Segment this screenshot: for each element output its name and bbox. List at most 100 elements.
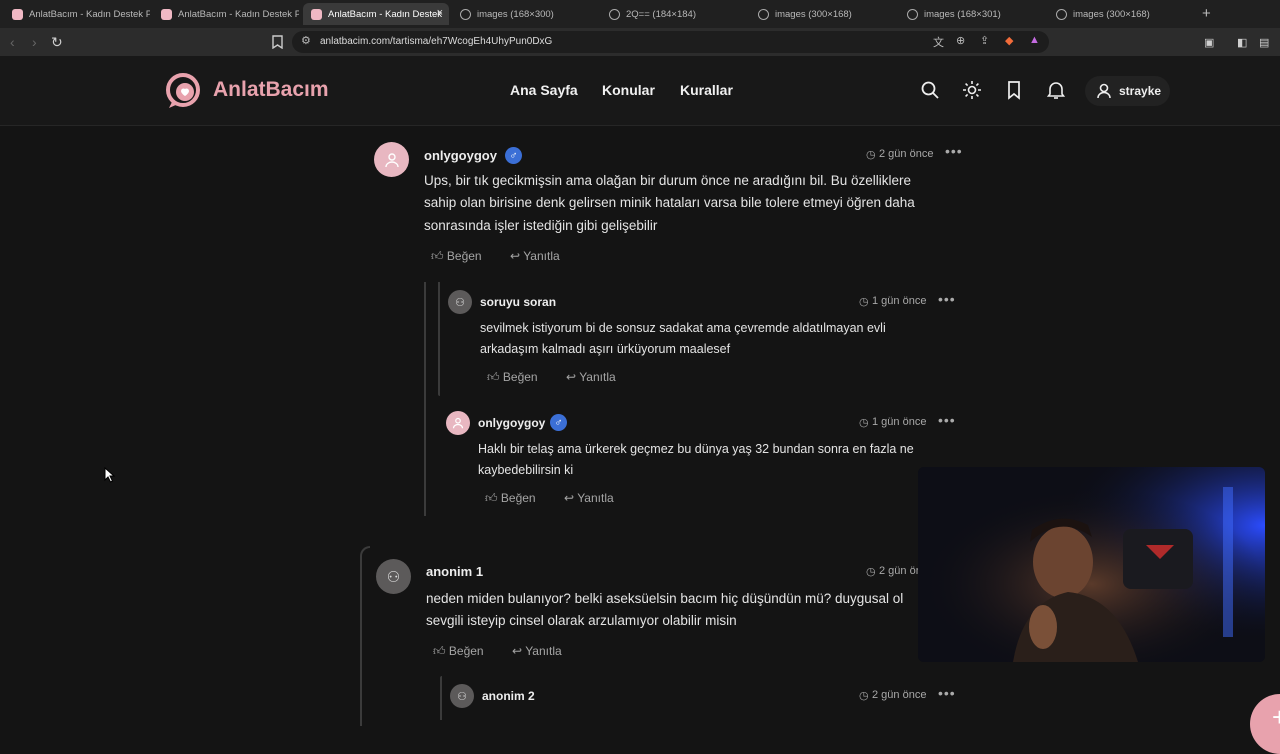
- clock-icon: ◷: [859, 690, 869, 702]
- comment-author[interactable]: soruyu soran: [480, 295, 556, 309]
- nav-topics[interactable]: Konular: [602, 82, 655, 98]
- theme-sun-icon[interactable]: [962, 80, 982, 100]
- user-icon: [1097, 83, 1111, 99]
- reply-button[interactable]: ↩ Yanıtla: [512, 644, 562, 658]
- forward-icon[interactable]: ›: [32, 33, 37, 51]
- reload-icon[interactable]: ↻: [51, 33, 63, 51]
- comment-author[interactable]: anonim 2: [482, 689, 535, 703]
- user-icon: [384, 152, 399, 167]
- search-icon[interactable]: [920, 80, 940, 100]
- comment-text-line: Ups, bir tık gecikmişsin ama olağan bir …: [424, 173, 911, 188]
- split-view-icon[interactable]: ◧: [1237, 34, 1247, 52]
- comment-author[interactable]: anonim 1: [426, 564, 483, 579]
- site-favicon-icon: [12, 8, 23, 20]
- more-options-icon[interactable]: •••: [938, 291, 956, 307]
- avatar[interactable]: [446, 411, 470, 435]
- more-options-icon[interactable]: •••: [945, 143, 963, 159]
- thread-line: [440, 676, 442, 720]
- comment-time: 2 gün önce: [879, 148, 934, 160]
- site-header: AnlatBacım Ana Sayfa Konular Kurallar st…: [0, 56, 1280, 126]
- browser-tab[interactable]: images (300×168): [1048, 3, 1194, 25]
- avatar[interactable]: [374, 142, 409, 177]
- male-gender-icon: ♂: [550, 414, 567, 431]
- anonymous-avatar[interactable]: ⚇: [450, 684, 474, 708]
- globe-icon: [460, 8, 471, 20]
- anonymous-avatar[interactable]: ⚇: [448, 290, 472, 314]
- browser-tab[interactable]: images (168×300): [452, 3, 598, 25]
- new-post-button[interactable]: +: [1250, 694, 1280, 754]
- like-button[interactable]: 👍︎ Beğen: [487, 370, 538, 385]
- comment-author[interactable]: onlygoygoy: [424, 148, 497, 163]
- url-text: anlatbacim.com/tartisma/eh7WcogEh4UhyPun…: [320, 36, 553, 47]
- browser-tab[interactable]: images (168×301): [899, 3, 1045, 25]
- webcam-overlay: [918, 467, 1265, 662]
- browser-tab-active[interactable]: AnlatBacım - Kadın Destek ×: [303, 3, 449, 25]
- thumbs-up-icon: 👍︎: [485, 491, 498, 505]
- bookmark-page-icon[interactable]: [272, 35, 283, 49]
- tab-label: AnlatBacım - Kadın Destek Pla: [29, 8, 150, 20]
- comment-text-line: arkadaşım kalmadı aşırı ürküyorum maales…: [480, 342, 731, 356]
- logo-icon[interactable]: [164, 72, 202, 110]
- translate-icon[interactable]: 文: [933, 34, 944, 50]
- browser-tab[interactable]: images (300×168): [750, 3, 896, 25]
- more-options-icon[interactable]: •••: [938, 685, 956, 701]
- reply-label: Yanıtla: [579, 370, 616, 384]
- browser-tab[interactable]: 2Q== (184×184): [601, 3, 747, 25]
- bookmarks-icon[interactable]: [1004, 80, 1024, 100]
- wallet-icon[interactable]: ▤: [1259, 34, 1269, 52]
- comment-text-line: sonrasında işler istediğin gibi gelişebi…: [424, 218, 658, 233]
- more-options-icon[interactable]: •••: [938, 412, 956, 428]
- reply-arrow-icon: ↩: [566, 370, 577, 384]
- browser-tab[interactable]: AnlatBacım - Kadın Destek Pla: [153, 3, 299, 25]
- anonymous-user-icon: ⚇: [386, 568, 401, 586]
- comment-text-line: sevilmek istiyorum bi de sonsuz sadakat …: [480, 321, 886, 335]
- share-icon[interactable]: ⇪: [980, 34, 989, 47]
- anonymous-user-icon: ⚇: [455, 296, 465, 309]
- tab-label: images (168×301): [924, 8, 1001, 20]
- browser-tab-bar: AnlatBacım - Kadın Destek Pla AnlatBacım…: [0, 0, 1280, 28]
- like-button[interactable]: 👍︎ Beğen: [485, 491, 536, 506]
- tab-label: images (300×168): [1073, 8, 1150, 20]
- like-label: Beğen: [448, 644, 484, 658]
- nav-home[interactable]: Ana Sayfa: [510, 82, 578, 98]
- like-label: Beğen: [446, 249, 482, 263]
- notifications-bell-icon[interactable]: [1046, 80, 1066, 100]
- reply-button[interactable]: ↩ Yanıtla: [564, 491, 614, 505]
- clock-icon: ◷: [859, 296, 869, 308]
- anonymous-avatar[interactable]: ⚇: [376, 559, 411, 594]
- like-button[interactable]: 👍︎ Beğen: [431, 249, 482, 264]
- user-menu-button[interactable]: strayke: [1085, 76, 1170, 106]
- tab-label: 2Q== (184×184): [626, 8, 696, 20]
- clock-icon: ◷: [866, 149, 876, 161]
- comment-author[interactable]: onlygoygoy: [478, 416, 545, 430]
- username: strayke: [1119, 84, 1162, 98]
- reply-button[interactable]: ↩ Yanıtla: [510, 249, 560, 263]
- like-button[interactable]: 👍︎ Beğen: [433, 644, 484, 659]
- comment-text-line: Haklı bir telaş ama ürkerek geçmez bu dü…: [478, 442, 914, 456]
- comment-text-line: sevgili isteyip cinsel olarak arzulamıyo…: [426, 613, 737, 628]
- like-label: Beğen: [502, 370, 538, 384]
- thread-line: [360, 546, 370, 726]
- zoom-icon[interactable]: ⊕: [956, 34, 965, 47]
- reply-arrow-icon: ↩: [564, 491, 575, 505]
- nav-rules[interactable]: Kurallar: [680, 82, 733, 98]
- user-icon: [452, 417, 464, 429]
- reply-label: Yanıtla: [523, 249, 560, 263]
- reply-label: Yanıtla: [577, 491, 614, 505]
- new-tab-button[interactable]: +: [1202, 5, 1211, 22]
- thread-line: [424, 282, 426, 516]
- reply-button[interactable]: ↩ Yanıtla: [566, 370, 616, 384]
- brave-shields-icon[interactable]: ◆: [1005, 34, 1013, 47]
- browser-tab[interactable]: AnlatBacım - Kadın Destek Pla: [4, 3, 150, 25]
- close-tab-icon[interactable]: ×: [437, 7, 443, 19]
- brand-name[interactable]: AnlatBacım: [213, 78, 329, 102]
- comment-time: 2 gün önce: [872, 689, 927, 701]
- back-icon[interactable]: ‹: [10, 33, 15, 51]
- rewards-icon[interactable]: ▲: [1029, 34, 1040, 46]
- site-settings-icon[interactable]: ⚙: [301, 34, 311, 47]
- comment-time: 1 gün önce: [872, 295, 927, 307]
- address-bar[interactable]: ⚙ anlatbacim.com/tartisma/eh7WcogEh4UhyP…: [292, 31, 1049, 53]
- clock-icon: ◷: [866, 566, 876, 578]
- sidebar-icon[interactable]: ▣: [1204, 34, 1214, 52]
- globe-icon: [609, 8, 620, 20]
